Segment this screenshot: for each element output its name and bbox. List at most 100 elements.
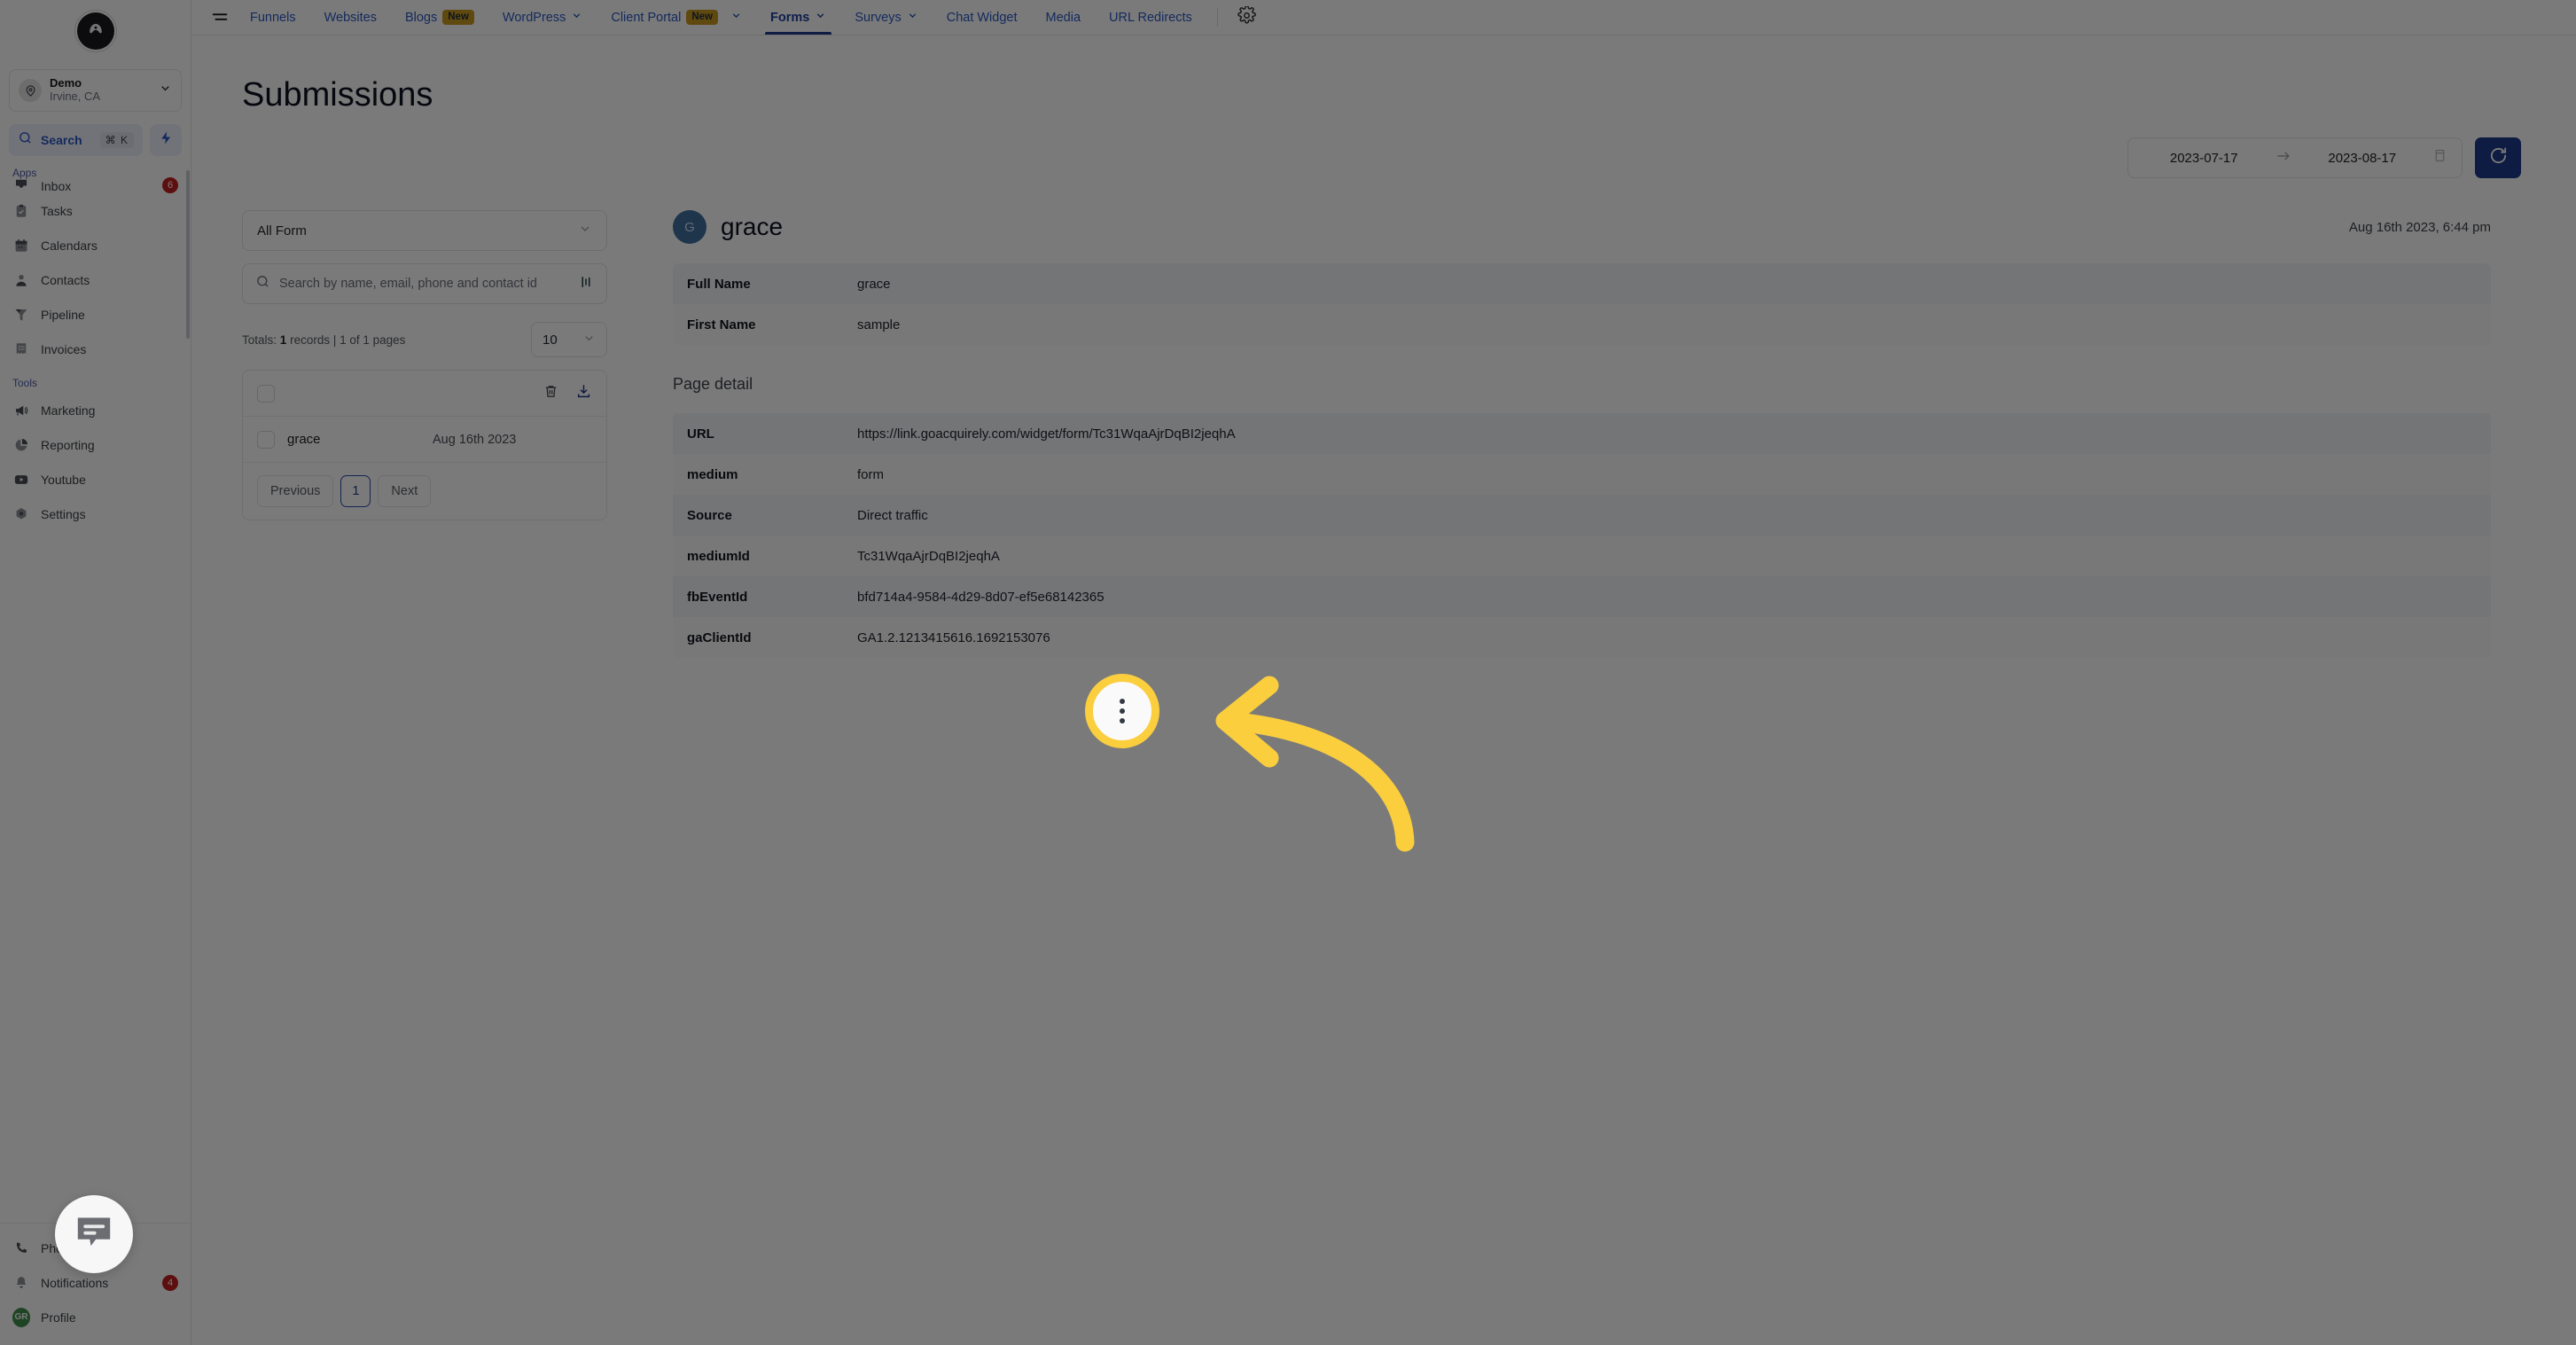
sidebar-section-tools-label: Tools [12,377,38,389]
submissions-list-panel: All Form Search by name, email, phone an… [242,210,607,658]
next-page-button[interactable]: Next [378,475,432,507]
form-filter-value: All Form [257,223,307,239]
page-detail-value: Direct traffic [857,507,928,523]
row-kebab-menu-button[interactable] [564,426,592,454]
sidebar-item-inbox[interactable]: Inbox 6 [0,174,191,193]
field-value: grace [857,276,891,292]
page-detail-label: Page detail [673,375,753,393]
profile-initials: GR [12,1307,30,1327]
field-row: First Name sample [673,304,2491,345]
page-detail-value: bfd714a4-9584-4d29-8d07-ef5e68142365 [857,589,1105,605]
sidebar-item-youtube[interactable]: Youtube [0,462,191,497]
tab-chat-widget[interactable]: Chat Widget [933,0,1032,35]
page-detail-row: mediumId Tc31WqaAjrDqBI2jeqhA [673,536,2491,576]
sidebar-item-marketing[interactable]: Marketing [0,393,191,427]
previous-page-button[interactable]: Previous [257,475,334,507]
nav-tabs: Funnels Websites Blogs New WordPress Cli… [236,0,1206,35]
sidebar-item-pipeline[interactable]: Pipeline [0,297,191,332]
tab-client-portal[interactable]: Client Portal New [597,0,756,35]
tab-label: Chat Widget [946,10,1018,25]
date-end-input[interactable]: 2023-08-17 [2301,151,2424,166]
chat-bubble-icon [71,1209,117,1260]
tab-label: WordPress [502,10,566,25]
page-detail-value: form [857,466,884,482]
page-detail-row: medium form [673,454,2491,495]
submission-detail-panel: G grace Aug 16th 2023, 6:44 pm Full Name… [607,210,2576,658]
date-start-input[interactable]: 2023-07-17 [2143,151,2266,166]
page-detail-key: mediumId [687,548,750,564]
page-detail-key: Source [687,507,732,523]
sidebar-item-calendars[interactable]: Calendars [0,228,191,262]
notifications-badge: 4 [162,1274,178,1291]
tab-label: Media [1045,10,1081,25]
tab-forms[interactable]: Forms [756,0,840,35]
page-title: Submissions [242,76,433,113]
inbox-badge: 6 [162,177,178,193]
location-sublabel: Irvine, CA [50,90,101,103]
tab-blogs[interactable]: Blogs New [391,0,488,35]
inbox-icon [12,176,30,193]
hamburger-icon[interactable] [204,0,236,35]
per-page-select[interactable]: 10 [531,322,607,357]
trash-icon[interactable] [543,383,559,404]
chevron-down-icon [815,10,826,25]
location-selector[interactable]: Demo Irvine, CA [9,69,182,112]
tasks-icon [12,202,30,220]
sidebar-item-tasks[interactable]: Tasks [0,193,191,228]
tab-funnels[interactable]: Funnels [236,0,310,35]
sidebar-item-settings[interactable]: Settings [0,497,191,531]
page-detail-value: https://link.goacquirely.com/widget/form… [857,426,1236,442]
totals-suffix: records | 1 of 1 pages [290,332,406,347]
page-detail-key: gaClientId [687,629,752,645]
detail-name: grace [721,213,784,240]
tab-websites[interactable]: Websites [310,0,391,35]
page-detail-key: URL [687,426,714,442]
form-filter-select[interactable]: All Form [242,210,607,251]
detail-timestamp: Aug 16th 2023, 6:44 pm [2348,219,2491,235]
settings-gear-button[interactable] [1229,0,1265,35]
refresh-button[interactable] [2475,137,2521,178]
page-number-1[interactable]: 1 [340,475,371,507]
tab-label: Client Portal [611,10,682,25]
sidebar-item-label: Inbox [41,179,72,193]
sidebar-item-contacts[interactable]: Contacts [0,262,191,297]
select-all-checkbox[interactable] [257,384,275,403]
search-button[interactable]: Search ⌘ K [9,124,143,156]
row-checkbox[interactable] [257,430,275,449]
megaphone-icon [12,402,30,419]
pipeline-icon [12,306,30,324]
quick-actions-button[interactable] [150,124,182,156]
main-content: Submissions 2023-07-17 2023-08-17 All Fo… [191,35,2576,1345]
sidebar-item-reporting[interactable]: Reporting [0,427,191,462]
calendar-icon [2432,148,2447,168]
app-logo[interactable] [0,0,191,62]
sidebar-item-label: Settings [41,506,86,521]
sidebar-item-profile[interactable]: GR Profile [0,1300,191,1334]
top-navigation: Funnels Websites Blogs New WordPress Cli… [191,0,2576,35]
tab-label: Forms [770,10,810,25]
tab-wordpress[interactable]: WordPress [488,0,597,35]
table-row[interactable]: grace Aug 16th 2023 [243,417,606,463]
submissions-search-input[interactable]: Search by name, email, phone and contact… [242,263,607,304]
search-shortcut: ⌘ K [99,132,134,148]
tab-url-redirects[interactable]: URL Redirects [1095,0,1206,35]
avatar: G [673,210,706,244]
pie-chart-icon [12,436,30,454]
new-badge: New [442,9,474,26]
tab-media[interactable]: Media [1032,0,1096,35]
sidebar-item-label: Youtube [41,472,86,487]
content-columns: All Form Search by name, email, phone an… [191,178,2576,658]
new-badge: New [686,9,718,26]
row-date: Aug 16th 2023 [433,432,517,447]
chat-widget-button[interactable] [55,1195,133,1273]
chevron-down-icon [730,10,742,25]
sidebar-item-invoices[interactable]: Invoices [0,332,191,366]
totals-prefix: Totals: [242,332,277,347]
download-icon[interactable] [575,383,592,404]
filter-bars-icon[interactable] [578,274,594,294]
totals-row: Totals: 1 records | 1 of 1 pages 10 [242,322,607,357]
tab-surveys[interactable]: Surveys [840,0,932,35]
sidebar-item-label: Notifications [41,1275,109,1290]
bolt-icon [159,130,174,150]
date-range-picker[interactable]: 2023-07-17 2023-08-17 [2127,137,2463,178]
